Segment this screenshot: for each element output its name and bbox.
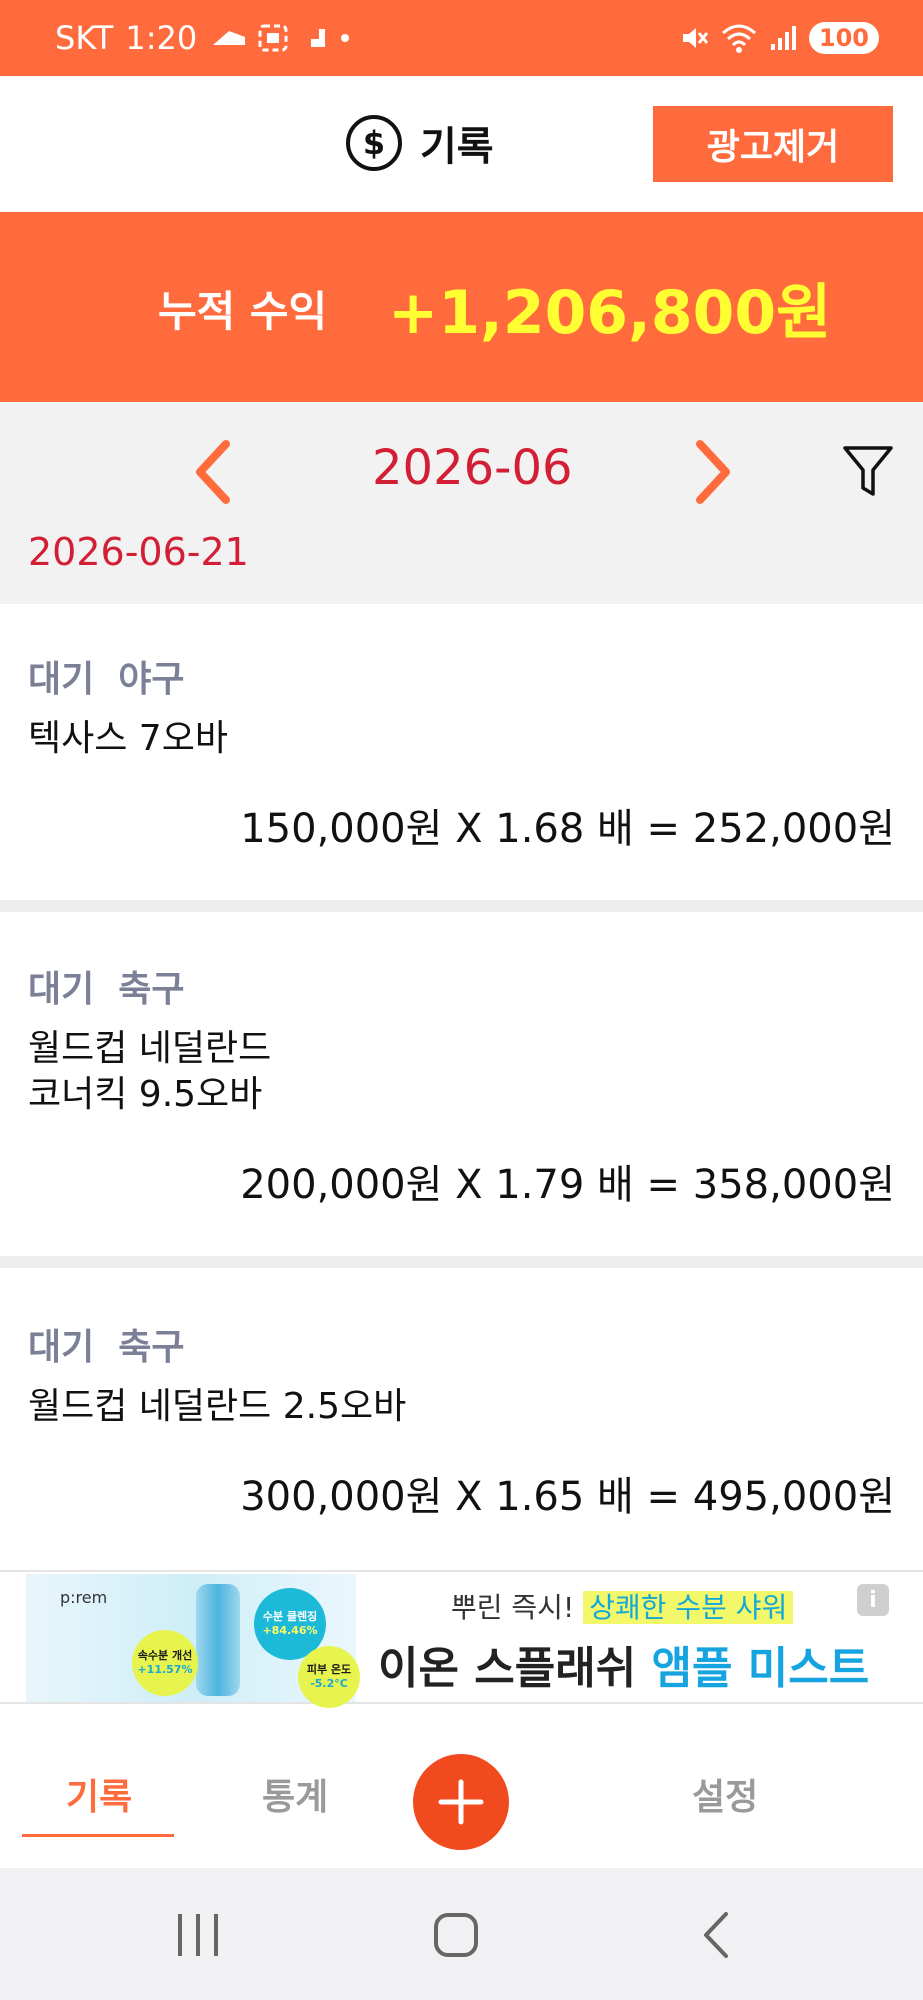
entry-calculation: 150,000원 X 1.68 배 = 252,000원 xyxy=(240,806,895,852)
entry-status: 대기 xyxy=(28,969,95,1010)
entry-description-line: 코너킥 9.5오바 xyxy=(28,1074,263,1115)
ad-stat-label: 속수분 개선 xyxy=(137,1649,193,1662)
active-tab-indicator xyxy=(22,1834,174,1837)
dollar-icon: $ xyxy=(346,115,402,171)
header-title-group: $ 기록 xyxy=(346,114,494,172)
ad-product-image: p:rem 속수분 개선 +11.57% 수분 클렌징 +84.46% 피부 온… xyxy=(26,1574,360,1708)
recent-apps-icon[interactable] xyxy=(174,1910,222,1960)
entry-description-line: 월드컵 네덜란드 2.5오바 xyxy=(28,1386,407,1427)
date-group-date: 2026-06-21 xyxy=(28,530,249,574)
entry-status: 대기 xyxy=(28,1327,95,1368)
tab-stats[interactable]: 통계 xyxy=(262,1768,328,1820)
bet-entry-card[interactable]: 대기 축구 월드컵 네덜란드 2.5오바 300,000원 X 1.65 배 = … xyxy=(0,1268,923,1570)
ad-stat-value: -5.2°C xyxy=(310,1677,348,1690)
entry-sport: 축구 xyxy=(118,1327,185,1368)
remove-ads-button[interactable]: 광고제거 xyxy=(653,106,893,182)
screenshot-icon xyxy=(258,24,288,52)
cumulative-profit-banner: 누적 수익 +1,206,800원 xyxy=(0,212,923,402)
filter-icon[interactable] xyxy=(842,444,894,500)
entry-calculation: 200,000원 X 1.79 배 = 358,000원 xyxy=(240,1162,895,1208)
current-month: 2026-06 xyxy=(372,440,573,496)
add-record-button[interactable] xyxy=(413,1754,509,1850)
ad-headline-part: 앰플 미스트 xyxy=(651,1643,870,1694)
entry-sport: 야구 xyxy=(118,659,185,700)
ad-stat-value: +84.46% xyxy=(262,1624,318,1637)
ad-stat-bubble: 속수분 개선 +11.57% xyxy=(132,1630,198,1696)
signal-icon xyxy=(770,26,796,50)
bet-entry-card[interactable]: 대기 축구 월드컵 네덜란드 코너킥 9.5오바 200,000원 X 1.79 … xyxy=(0,912,923,1256)
system-nav-bar xyxy=(0,1868,923,2000)
tab-settings[interactable]: 설정 xyxy=(692,1768,758,1820)
battery-indicator: 100 xyxy=(808,22,879,54)
status-right: 100 xyxy=(679,0,879,76)
entry-sport: 축구 xyxy=(118,969,185,1010)
carrier: SKT xyxy=(55,19,114,57)
ad-tagline-highlight: 상쾌한 수분 샤워 xyxy=(583,1591,794,1624)
ad-stat-label: 피부 온도 xyxy=(306,1663,352,1676)
bet-entry-card[interactable]: 대기 야구 텍사스 7오바 150,000원 X 1.68 배 = 252,000… xyxy=(0,604,923,900)
divider xyxy=(0,1256,923,1268)
app-root: SKT 1:20 100 $ 기록 광고제거 누적 수익 +1,206,800원… xyxy=(0,0,923,2000)
data-icon xyxy=(303,29,326,47)
ad-stat-value: +11.57% xyxy=(137,1663,193,1676)
mute-icon xyxy=(682,28,709,48)
cumulative-profit-label: 누적 수익 xyxy=(158,287,328,336)
ad-stat-label: 수분 클렌징 xyxy=(262,1610,318,1623)
home-icon[interactable] xyxy=(432,1910,480,1960)
cumulative-profit-value: +1,206,800원 xyxy=(388,278,832,348)
entry-description: 월드컵 네덜란드 2.5오바 xyxy=(28,1384,406,1430)
entry-description-line: 텍사스 7오바 xyxy=(28,718,228,759)
status-time: 1:20 xyxy=(125,19,198,57)
entry-meta: 대기 축구 xyxy=(28,1318,185,1370)
bottom-tab-bar: 기록 통계 설정 xyxy=(0,1732,923,1868)
page-title: 기록 xyxy=(420,124,494,170)
ad-tagline: 뿌린 즉시! 상쾌한 수분 샤워 xyxy=(451,1586,794,1626)
date-group-header: 2026-06-21 xyxy=(0,530,923,604)
back-icon[interactable] xyxy=(696,1910,736,1960)
dot-icon xyxy=(341,34,350,42)
ad-banner[interactable]: p:rem 속수분 개선 +11.57% 수분 클렌징 +84.46% 피부 온… xyxy=(0,1570,923,1708)
ad-headline: 이온 스플래쉬 앰플 미스트 xyxy=(378,1632,869,1696)
entry-description: 텍사스 7오바 xyxy=(28,716,228,762)
entry-calculation: 300,000원 X 1.65 배 = 495,000원 xyxy=(240,1474,895,1520)
status-notification-icons xyxy=(211,23,353,53)
plus-icon xyxy=(438,1779,484,1825)
ad-headline-part: 이온 스플래쉬 xyxy=(378,1643,637,1694)
notification-icon xyxy=(213,31,246,45)
ad-stat-bubble: 피부 온도 -5.2°C xyxy=(298,1646,360,1708)
ad-info-icon[interactable]: i xyxy=(857,1584,889,1616)
entry-description: 월드컵 네덜란드 코너킥 9.5오바 xyxy=(28,1026,271,1118)
entry-status: 대기 xyxy=(28,659,95,700)
entry-meta: 대기 야구 xyxy=(28,650,185,702)
tab-records[interactable]: 기록 xyxy=(66,1768,132,1820)
ad-brand-logo: p:rem xyxy=(60,1588,108,1607)
wifi-icon xyxy=(721,24,756,53)
ad-tagline-prefix: 뿌린 즉시! xyxy=(451,1591,575,1624)
month-navigator: 2026-06 xyxy=(0,402,923,538)
ad-bottle-image xyxy=(196,1584,240,1696)
entry-meta: 대기 축구 xyxy=(28,960,185,1012)
divider xyxy=(0,900,923,912)
status-bar: SKT 1:20 100 xyxy=(0,0,923,76)
next-month-chevron-icon[interactable] xyxy=(688,438,738,506)
prev-month-chevron-icon[interactable] xyxy=(188,438,238,506)
entry-description-line: 월드컵 네덜란드 xyxy=(28,1028,272,1069)
app-header: $ 기록 광고제거 xyxy=(0,76,923,212)
